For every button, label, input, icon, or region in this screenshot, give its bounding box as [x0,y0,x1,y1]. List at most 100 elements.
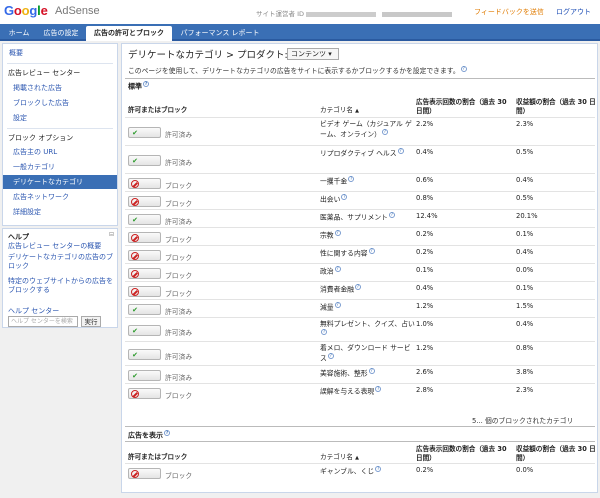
impressions-share: 0.8% [416,194,434,202]
category-name: ギャンブル、くじ? [320,466,382,476]
earnings-share: 0.4% [516,248,534,256]
allow-block-toggle[interactable] [128,268,161,279]
feedback-link[interactable]: フィードバックを送信 [474,7,544,17]
allow-block-toggle[interactable]: ✔ [128,155,161,166]
col-header-impressions: 広告表示回数の割合（過去 30 日間） [416,98,507,115]
tab-ad-settings[interactable]: 広告の設定 [38,26,84,41]
earnings-share: 0.8% [516,344,534,352]
impressions-share: 1.2% [416,344,434,352]
info-icon[interactable]: ? [334,302,341,308]
status-label: 許可済み [165,329,193,337]
table-row: ブロック 誤解を与える表現? 2.8% 2.3% [125,383,595,401]
info-icon[interactable]: ? [334,230,341,236]
product-select[interactable]: コンテンツ ▾ [287,48,339,60]
main-panel: デリケートなカテゴリ > プロダクト: コンテンツ ▾ このページを使用して、デ… [121,43,598,493]
allow-block-toggle[interactable]: ✔ [128,304,161,315]
info-icon[interactable]: ? [341,194,348,200]
block-icon [131,470,139,478]
help-center-label[interactable]: ヘルプ センター [8,306,59,316]
info-icon[interactable]: ? [368,368,375,374]
allow-block-toggle[interactable]: ✔ [128,349,161,360]
collapse-icon[interactable]: ⊟ [109,231,114,238]
earnings-share: 3.8% [516,368,534,376]
info-icon[interactable]: ? [321,329,327,335]
allow-block-toggle[interactable]: ✔ [128,127,161,138]
earnings-share: 0.1% [516,284,534,292]
allow-block-toggle[interactable]: ✔ [128,214,161,225]
impressions-share: 12.4% [416,212,438,220]
allow-block-toggle[interactable] [128,388,161,399]
info-icon[interactable]: ? [334,266,341,272]
allow-block-toggle[interactable]: ✔ [128,370,161,381]
breadcrumb-sensitive-categories[interactable]: デリケートなカテゴリ [128,50,223,61]
help-search-button[interactable]: 実行 [81,316,101,327]
divider [125,78,595,79]
help-search-input[interactable]: ヘルプ センターを検索 [8,316,78,327]
sidebar-item-shown-ads[interactable]: 掲載された広告 [3,81,117,95]
tab-allow-block[interactable]: 広告の許可とブロック [86,26,172,41]
tab-home[interactable]: ホーム [4,26,34,41]
info-icon[interactable]: ? [164,430,170,436]
breadcrumb-product: プロダクト: [237,50,288,61]
sidebar-item-blocked-ads[interactable]: ブロックした広告 [3,96,117,110]
sidebar-item-settings[interactable]: 設定 [3,111,117,125]
table-row: ✔ 許可済み リプロダクティブ ヘルス? 0.4% 0.5% [125,145,595,173]
allow-block-toggle[interactable] [128,286,161,297]
sidebar-item-advertiser-url[interactable]: 広告主の URL [3,145,117,159]
help-link-block-sensitive[interactable]: デリケートなカテゴリの広告のブロック [8,253,116,271]
sidebar-item-advanced[interactable]: 詳細設定 [3,205,117,219]
col-header-allow: 許可またはブロック [128,453,188,461]
col-header-impressions: 広告表示回数の割合（過去 30 日間） [416,445,507,462]
allow-block-toggle[interactable] [128,178,161,189]
allow-block-toggle[interactable] [128,196,161,207]
sidebar-item-ad-networks[interactable]: 広告ネットワーク [3,190,117,204]
earnings-share: 1.5% [516,302,534,310]
category-name: 誤解を与える表現? [320,386,382,396]
adsense-wordmark: AdSense [55,5,100,17]
impressions-share: 0.6% [416,176,434,184]
earnings-share: 0.5% [516,194,534,202]
info-icon[interactable]: ? [368,248,375,254]
allow-block-toggle[interactable] [128,468,161,479]
category-name: 消費者金融? [320,284,361,294]
info-icon[interactable]: ? [388,212,395,218]
help-link-overview[interactable]: 広告レビュー センターの概要 [8,242,116,251]
table-row: ブロック 一攫千金? 0.6% 0.4% [125,173,595,191]
allow-block-toggle[interactable] [128,250,161,261]
help-link-block-site[interactable]: 特定のウェブサイトからの広告をブロックする [8,277,116,295]
info-icon[interactable]: ? [397,148,404,154]
status-label: 許可済み [165,308,193,316]
sidebar-item-sensitive-categories[interactable]: デリケートなカテゴリ [3,175,117,189]
chevron-down-icon: ▾ [328,50,332,58]
sidebar-item-general-categories[interactable]: 一般カテゴリ [3,160,117,174]
page-title: デリケートなカテゴリ > プロダクト: [128,50,288,61]
info-icon[interactable]: ? [375,386,382,392]
info-icon[interactable]: ? [375,466,382,472]
info-icon[interactable]: ? [354,284,361,290]
earnings-share: 2.3% [516,386,534,394]
page-description: このページを使用して、デリケートなカテゴリの広告をサイトに表示するかブロックする… [128,65,467,75]
status-label: 許可済み [165,159,193,167]
google-logo[interactable]: Google [4,3,48,18]
sidebar-item-overview[interactable]: 概要 [3,46,117,60]
logout-link[interactable]: ログアウト [556,7,591,17]
info-icon[interactable]: ? [381,129,388,135]
table-row: ブロック 消費者金融? 0.4% 0.1% [125,281,595,299]
info-icon[interactable]: ? [460,65,467,72]
status-label: 許可済み [165,353,193,361]
allow-block-toggle[interactable] [128,232,161,243]
tab-performance[interactable]: パフォーマンス レポート [176,26,264,41]
table-row: ブロック 宗教? 0.2% 0.1% [125,227,595,245]
info-icon[interactable]: ? [348,176,355,182]
col-header-category[interactable]: カテゴリ名 ▲ [320,106,359,116]
info-icon[interactable]: ? [143,81,149,87]
col-header-category[interactable]: カテゴリ名 ▲ [320,453,359,463]
block-icon [131,390,139,398]
info-icon[interactable]: ? [327,353,334,359]
blocked-count-link[interactable]: 5... 個のブロックされたカテゴリ [472,415,573,425]
sort-icon: ▲ [355,455,359,461]
allow-block-toggle[interactable]: ✔ [128,325,161,336]
status-label: ブロック [165,254,193,262]
status-label: ブロック [165,236,193,244]
category-name: ビデオ ゲーム（カジュアル ゲーム、オンライン）? [320,120,412,139]
